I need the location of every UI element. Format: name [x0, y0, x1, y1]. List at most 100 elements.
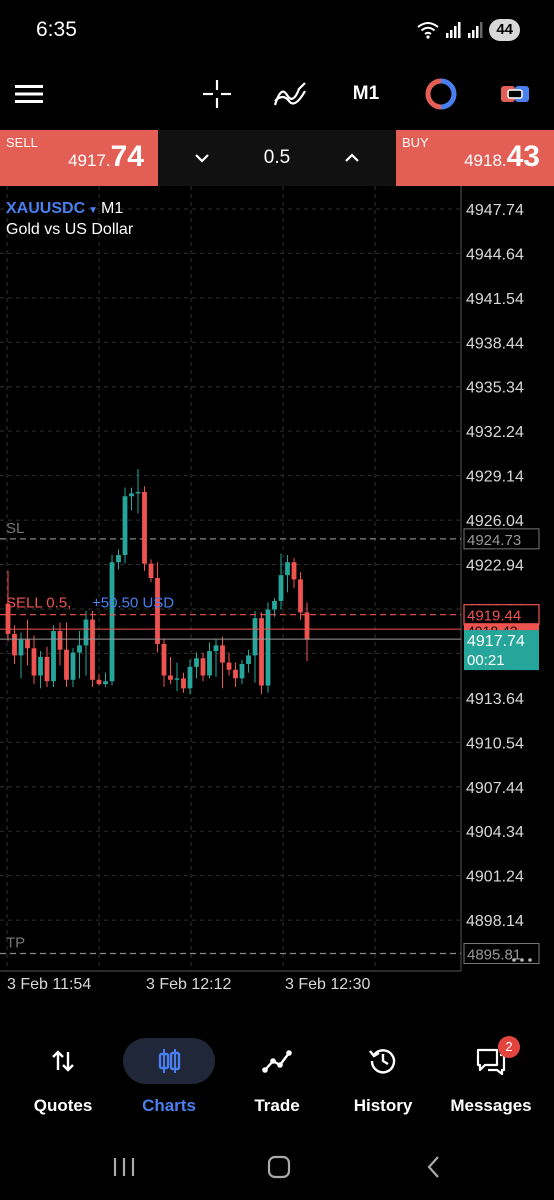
candle-body: [298, 579, 303, 613]
buy-button[interactable]: BUY 4918.43: [396, 130, 554, 186]
price-chart[interactable]: 4947.74 4944.64 4941.54 4938.44 4935.34 4932.…: [0, 186, 554, 1012]
candle-body: [174, 678, 180, 680]
candle-body: [116, 555, 121, 563]
symbol-dropdown-icon[interactable]: ▼: [88, 205, 98, 216]
candle-body: [103, 681, 108, 685]
candle-body: [161, 643, 167, 676]
charts-icon: [123, 1038, 215, 1084]
candle-body: [44, 656, 50, 682]
chart-toolbar: M1: [0, 62, 554, 126]
chart-timeframe: M1: [101, 200, 124, 217]
x-tick-label: 3 Feb 11:54: [7, 976, 91, 993]
candle-body: [18, 639, 24, 656]
recent-apps-button[interactable]: [104, 1151, 144, 1183]
candle-body: [31, 648, 37, 676]
candle-body: [187, 666, 193, 689]
scroll-handle-dot: [512, 958, 516, 962]
crosshair-button[interactable]: [195, 72, 239, 116]
bid-price-label: 4917.74: [467, 633, 525, 650]
candle-body: [220, 645, 225, 663]
candle-body: [83, 619, 89, 646]
candle-body: [200, 658, 206, 676]
symbol-header[interactable]: XAUUSDC ▼ M1: [6, 200, 123, 218]
candle-body: [259, 618, 264, 686]
buy-price: 4918.43: [464, 140, 540, 173]
y-tick-label: 4907.44: [466, 780, 524, 797]
candle-body: [129, 493, 134, 497]
position-label: SELL 0.5,: [6, 595, 71, 612]
signal-icon: [446, 22, 461, 38]
home-button[interactable]: [259, 1151, 299, 1183]
indicators-button[interactable]: [268, 72, 312, 116]
y-tick-label: 4944.64: [466, 246, 524, 263]
candle-body: [12, 633, 17, 656]
candle-body: [252, 618, 258, 656]
crosshair-icon: [203, 80, 231, 108]
timeframe-button[interactable]: M1: [344, 72, 388, 116]
volume-increase-button[interactable]: [338, 144, 366, 172]
quotes-icon: [17, 1038, 109, 1084]
signal-icon-secondary: [468, 22, 483, 38]
candle-body: [272, 600, 277, 610]
y-tick-label: 4941.54: [466, 291, 524, 308]
take-profit-label: TP: [6, 935, 25, 952]
wifi-icon: [417, 22, 439, 39]
y-tick-label: 4913.64: [466, 691, 524, 708]
bottom-navigation: Quotes Charts Trade History 2 Messages: [0, 1022, 554, 1122]
one-click-icon: [425, 78, 457, 110]
candle-body: [181, 678, 186, 689]
candle-body: [148, 563, 154, 578]
y-tick-label: 4904.34: [466, 824, 524, 841]
y-tick-label: 4929.14: [466, 469, 524, 486]
recent-apps-icon: [113, 1158, 135, 1176]
battery-indicator: 44: [489, 19, 520, 41]
candle-body: [51, 631, 56, 682]
candle-body: [265, 609, 271, 686]
sell-button[interactable]: SELL 4917.74: [0, 130, 158, 186]
candle-body: [278, 575, 284, 601]
position-price-label: 4919.44: [467, 608, 521, 625]
buy-label: BUY: [402, 135, 429, 150]
history-icon: [337, 1038, 429, 1084]
candle-body: [226, 662, 232, 670]
one-click-trading-button[interactable]: [419, 72, 463, 116]
back-icon: [427, 1156, 439, 1178]
nav-charts[interactable]: Charts: [114, 1032, 224, 1118]
y-tick-label: 4926.04: [466, 513, 524, 530]
messages-icon: [445, 1038, 537, 1084]
scroll-handle-dot: [520, 958, 524, 962]
chart-canvas[interactable]: 4947.74 4944.64 4941.54 4938.44 4935.34 4932.…: [0, 186, 554, 1012]
y-tick-label: 4901.24: [466, 869, 524, 886]
y-tick-label: 4922.94: [466, 558, 524, 575]
x-tick-label: 3 Feb 12:12: [146, 976, 232, 993]
nav-history[interactable]: History: [328, 1032, 438, 1118]
trade-button[interactable]: [493, 72, 537, 116]
nav-messages[interactable]: 2 Messages: [436, 1032, 546, 1118]
menu-button[interactable]: [7, 72, 51, 116]
candle-body: [194, 658, 199, 667]
candle-body: [207, 651, 212, 676]
indicators-icon: [273, 82, 306, 106]
trade-icon: [501, 86, 529, 102]
system-navigation-bar: [0, 1135, 554, 1200]
candle-body: [168, 675, 173, 680]
candle-body: [109, 562, 115, 682]
nav-trade[interactable]: Trade: [222, 1032, 332, 1118]
symbol-description: Gold vs US Dollar: [6, 221, 134, 238]
back-button[interactable]: [414, 1151, 454, 1183]
candle-body: [90, 619, 95, 680]
candle-body: [96, 679, 102, 685]
y-tick-label: 4932.24: [466, 424, 524, 441]
candle-body: [291, 562, 297, 580]
symbol-name[interactable]: XAUUSDC: [6, 200, 85, 217]
candle-body: [246, 655, 251, 665]
candle-body: [142, 491, 147, 564]
candle-body: [213, 645, 219, 652]
candle-body: [57, 631, 63, 650]
bar-countdown: 00:21: [467, 652, 505, 669]
hamburger-icon: [15, 85, 43, 103]
scroll-handle-dot: [528, 958, 532, 962]
one-click-trade-panel: SELL 4917.74 0.5 BUY 4918.43: [0, 130, 554, 186]
y-tick-label: 4935.34: [466, 380, 524, 397]
nav-quotes[interactable]: Quotes: [8, 1032, 118, 1118]
